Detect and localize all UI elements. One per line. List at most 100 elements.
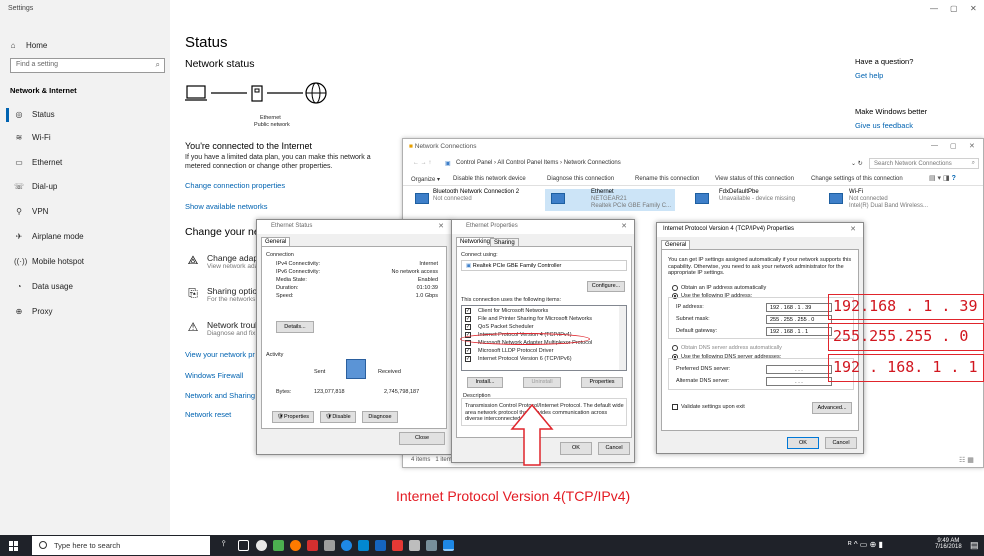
calculator-icon[interactable] (324, 540, 335, 551)
list-item[interactable]: QoS Packet Scheduler (478, 324, 534, 330)
address-bar[interactable]: ← → ↑ ▣ Control Panel › All Control Pane… (407, 158, 981, 170)
active-app-icon[interactable] (443, 540, 454, 551)
uninstall-button[interactable]: Uninstall (523, 377, 561, 388)
windows-firewall-link[interactable]: Windows Firewall (185, 371, 243, 380)
network-folder-icon: ■ (409, 143, 413, 150)
obtain-ip-radio[interactable] (672, 285, 678, 291)
network-icon[interactable] (358, 540, 369, 551)
sidebar-item-wifi[interactable]: ≋ Wi-Fi (14, 130, 51, 144)
list-item[interactable]: Client for Microsoft Networks (478, 308, 548, 314)
app-green-icon[interactable] (273, 540, 284, 551)
ip-address-field[interactable]: 192 . 168 . 1 . 39 (766, 303, 832, 312)
sidebar-item-proxy[interactable]: ⊕ Proxy (14, 304, 53, 318)
close-button[interactable]: Close (399, 432, 445, 445)
list-item[interactable]: Microsoft LLDP Protocol Driver (478, 348, 553, 354)
diagnose-button[interactable]: Diagnose (362, 411, 398, 423)
dialog-close-icon[interactable]: ✕ (850, 225, 856, 233)
word-icon[interactable] (375, 540, 386, 551)
tab-general[interactable]: General (261, 237, 291, 246)
chrome-icon[interactable] (256, 540, 267, 551)
taskbar-search-box[interactable]: Type here to search (32, 536, 210, 555)
sharing-options-option[interactable]: ⎘ Sharing options For the networks y (185, 286, 266, 303)
nav-arrows-icon[interactable]: ← → ↑ (413, 160, 431, 166)
explorer-minimize-icon[interactable]: — (931, 142, 938, 149)
explorer-close-icon[interactable]: ✕ (969, 142, 975, 150)
adapter-wifi[interactable]: Wi-Fi Not connected Intel(R) Dual Band W… (849, 189, 969, 210)
cancel-button[interactable]: Cancel (825, 437, 857, 449)
explorer-maximize-icon[interactable]: ▢ (950, 142, 957, 150)
app-red-icon[interactable] (307, 540, 318, 551)
subnet-mask-field[interactable]: 255 . 255 . 255 . 0 (766, 315, 832, 324)
show-available-networks-link[interactable]: Show available networks (185, 202, 268, 211)
ok-button[interactable]: OK (787, 437, 819, 449)
view-toggle-icon[interactable]: ☷ ▦ (959, 456, 974, 464)
tab-networking[interactable]: Networking (456, 237, 495, 246)
install-button[interactable]: Install... (467, 377, 503, 388)
refresh-icon[interactable]: ⌄ ↻ (851, 160, 863, 167)
alternate-dns-field[interactable]: . . . (766, 377, 832, 386)
view-status-button[interactable]: View status of this connection (715, 176, 794, 182)
sidebar-item-airplane[interactable]: ✈ Airplane mode (14, 229, 84, 243)
change-connection-properties-link[interactable]: Change connection properties (185, 181, 285, 190)
network-troubleshooter-option[interactable]: ⚠ Network trouble Diagnose and fix p (185, 320, 267, 337)
app-blue-icon[interactable] (341, 540, 352, 551)
preferred-dns-field[interactable]: . . . (766, 365, 832, 374)
system-tray-icons[interactable]: ᴿ ^ ▭ ⊕ ▮ (848, 540, 883, 549)
network-reset-link[interactable]: Network reset (185, 410, 231, 419)
configure-button[interactable]: Configure... (587, 281, 625, 292)
network-sharing-center-link[interactable]: Network and Sharing (185, 391, 255, 400)
notifications-icon[interactable]: ▤ (970, 540, 979, 551)
dialog-close-icon[interactable]: ✕ (438, 222, 444, 230)
view-network-properties-link[interactable]: View your network pr (185, 350, 255, 359)
get-help-link[interactable]: Get help (855, 71, 883, 80)
advanced-button[interactable]: Advanced... (812, 402, 852, 414)
disable-device-button[interactable]: Disable this network device (453, 176, 526, 182)
obtain-dns-radio[interactable] (672, 345, 678, 351)
validate-checkbox[interactable] (672, 404, 678, 410)
settings-gear-icon[interactable] (409, 540, 420, 551)
adapter-ethernet[interactable]: Ethernet NETGEAR21 Realtek PCIe GBE Fami… (591, 189, 673, 210)
close-icon[interactable]: ✕ (970, 4, 977, 13)
explorer-search-input[interactable]: Search Network Connections ⌕ (869, 158, 979, 169)
view-options-icon[interactable]: ▤ ▾ ◨ ? (929, 174, 956, 182)
sidebar-item-ethernet[interactable]: ▭ Ethernet (14, 155, 62, 169)
tab-general[interactable]: General (661, 240, 691, 249)
properties-button[interactable]: 🛡Properties (272, 411, 314, 423)
search-icon: ⌕ (155, 60, 160, 69)
firefox-icon[interactable] (290, 540, 301, 551)
sidebar-home[interactable]: ⌂ Home (8, 38, 48, 52)
maximize-icon[interactable]: ▢ (950, 4, 958, 13)
sidebar-item-status[interactable]: ◎ Status (14, 107, 55, 121)
organize-button[interactable]: Organize ▾ (411, 176, 440, 183)
list-item[interactable]: Internet Protocol Version 6 (TCP/IPv6) (478, 356, 572, 362)
app-star-icon[interactable] (392, 540, 403, 551)
default-gateway-field[interactable]: 192 . 168 . 1 . 1 (766, 327, 832, 336)
change-settings-button[interactable]: Change settings of this connection (811, 176, 903, 182)
disable-button[interactable]: 🛡Disable (320, 411, 356, 423)
cancel-button[interactable]: Cancel (598, 442, 630, 455)
task-view-icon[interactable] (238, 540, 249, 551)
list-item[interactable]: File and Printer Sharing for Microsoft N… (478, 316, 592, 322)
dialog-close-icon[interactable]: ✕ (621, 222, 627, 230)
clock[interactable]: 9:49 AM 7/16/2018 (935, 538, 962, 550)
sidebar-item-hotspot[interactable]: ((·)) Mobile hotspot (14, 254, 84, 268)
search-input[interactable]: Find a setting ⌕ (10, 58, 165, 73)
diagnose-connection-button[interactable]: Diagnose this connection (547, 176, 614, 182)
breadcrumb[interactable]: Control Panel › All Control Panel Items … (456, 160, 621, 166)
app-pen-icon[interactable] (426, 540, 437, 551)
mic-icon[interactable]: ⫯ (222, 539, 233, 550)
adapter-fdx[interactable]: FdxDefaultPbe Unavailable - device missi… (719, 189, 829, 203)
selected-indicator (6, 108, 9, 122)
sidebar-item-data-usage[interactable]: ◔ Data usage (14, 279, 73, 293)
sidebar-item-dialup[interactable]: ☏ Dial-up (14, 179, 57, 193)
rename-connection-button[interactable]: Rename this connection (635, 176, 699, 182)
start-windows-icon[interactable] (9, 541, 19, 551)
list-scrollbar[interactable] (619, 306, 626, 370)
ok-button[interactable]: OK (560, 442, 592, 455)
item-properties-button[interactable]: Properties (581, 377, 623, 388)
sidebar-item-vpn[interactable]: ⚲ VPN (14, 204, 48, 218)
give-feedback-link[interactable]: Give us feedback (855, 121, 913, 130)
minimize-icon[interactable]: — (930, 4, 938, 13)
details-button[interactable]: Details... (276, 321, 314, 333)
adapter-bluetooth[interactable]: Bluetooth Network Connection 2 Not conne… (433, 189, 553, 203)
